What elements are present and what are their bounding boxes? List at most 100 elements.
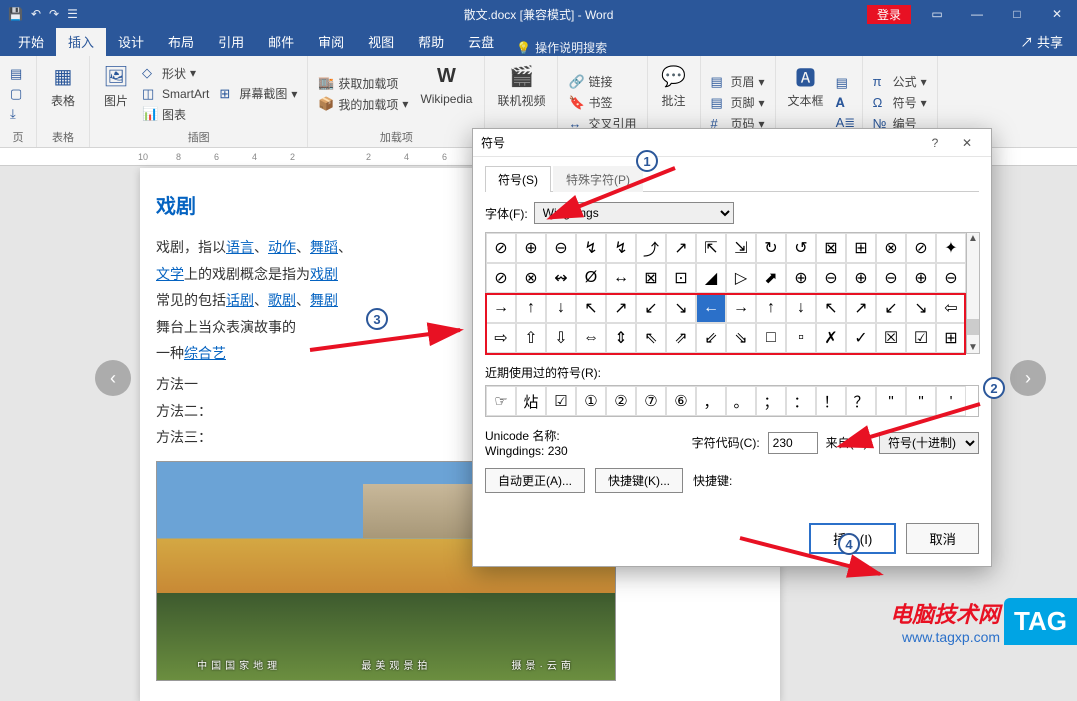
- wordart-icon[interactable]: 𝐀: [834, 94, 854, 112]
- symbol-cell[interactable]: ⊕: [846, 263, 876, 293]
- recent-symbol-cell[interactable]: ⑥: [666, 386, 696, 416]
- symbol-cell[interactable]: ↖: [576, 293, 606, 323]
- symbol-cell[interactable]: ⊘: [486, 263, 516, 293]
- tab-help[interactable]: 帮助: [406, 27, 456, 56]
- symbol-cell[interactable]: ⇖: [636, 323, 666, 353]
- tab-view[interactable]: 视图: [356, 27, 406, 56]
- symbol-cell[interactable]: ↙: [876, 293, 906, 323]
- symbol-cell[interactable]: □: [756, 323, 786, 353]
- table-button[interactable]: ▦ 表格: [45, 60, 81, 127]
- symbol-cell[interactable]: →: [486, 293, 516, 323]
- recent-symbol-cell[interactable]: ；: [756, 386, 786, 416]
- symbol-cell[interactable]: ⊖: [876, 263, 906, 293]
- tab-design[interactable]: 设计: [106, 27, 156, 56]
- symbol-cell[interactable]: ▫: [786, 323, 816, 353]
- redo-icon[interactable]: ↷: [49, 7, 59, 21]
- recent-symbol-cell[interactable]: ②: [606, 386, 636, 416]
- symbol-button[interactable]: Ω符号 ▾: [871, 93, 929, 112]
- symbol-cell[interactable]: ⇔: [576, 323, 606, 353]
- wikipedia-button[interactable]: W Wikipedia: [416, 60, 476, 127]
- symbol-cell[interactable]: ⇧: [516, 323, 546, 353]
- symbol-cell[interactable]: ↗: [666, 233, 696, 263]
- tab-mailings[interactable]: 邮件: [256, 27, 306, 56]
- symbol-cell[interactable]: ⊖: [546, 233, 576, 263]
- recent-symbol-cell[interactable]: 炶: [516, 386, 546, 416]
- symbol-cell[interactable]: ✦: [936, 233, 966, 263]
- pictures-button[interactable]: 🖼 图片: [98, 60, 134, 127]
- symbol-cell[interactable]: ↖: [816, 293, 846, 323]
- symbol-cell[interactable]: ⊕: [906, 263, 936, 293]
- recent-symbol-cell[interactable]: ☞: [486, 386, 516, 416]
- symbol-cell[interactable]: ⊞: [936, 323, 966, 353]
- symbol-cell[interactable]: ✓: [846, 323, 876, 353]
- dialog-close-icon[interactable]: ✕: [951, 136, 983, 150]
- symbol-cell[interactable]: ⊡: [666, 263, 696, 293]
- symbol-cell[interactable]: ☑: [906, 323, 936, 353]
- blank-page-button[interactable]: ▢: [8, 85, 28, 103]
- symbol-cell[interactable]: ←: [696, 293, 726, 323]
- autocorrect-button[interactable]: 自动更正(A)...: [485, 468, 585, 493]
- tab-insert[interactable]: 插入: [56, 27, 106, 56]
- symbol-cell[interactable]: ⬈: [756, 263, 786, 293]
- symbol-cell[interactable]: ↘: [906, 293, 936, 323]
- recent-symbol-cell[interactable]: ：: [786, 386, 816, 416]
- next-image-icon[interactable]: ›: [1010, 360, 1046, 396]
- symbol-cell[interactable]: ⤴: [636, 233, 666, 263]
- symbol-cell[interactable]: ⇗: [666, 323, 696, 353]
- recent-symbol-cell[interactable]: ①: [576, 386, 606, 416]
- undo-icon[interactable]: ↶: [31, 7, 41, 21]
- symbol-cell[interactable]: ☒: [876, 323, 906, 353]
- tab-layout[interactable]: 布局: [156, 27, 206, 56]
- symbol-cell[interactable]: →: [726, 293, 756, 323]
- cancel-button[interactable]: 取消: [906, 523, 979, 554]
- touch-mode-icon[interactable]: ☰: [67, 7, 78, 21]
- tab-review[interactable]: 审阅: [306, 27, 356, 56]
- symbol-cell[interactable]: ⊕: [786, 263, 816, 293]
- get-addins-button[interactable]: 🏬获取加载项: [316, 74, 410, 93]
- smartart-button[interactable]: ◫SmartArt: [140, 85, 211, 103]
- help-icon[interactable]: ?: [919, 136, 951, 150]
- recent-symbol-cell[interactable]: 。: [726, 386, 756, 416]
- char-code-input[interactable]: [768, 432, 818, 454]
- symbol-cell[interactable]: Ø: [576, 263, 606, 293]
- symbol-cell[interactable]: ⊖: [936, 263, 966, 293]
- footer-button[interactable]: ▤页脚 ▾: [709, 93, 767, 112]
- symbol-cell[interactable]: ⇩: [546, 323, 576, 353]
- symbol-cell[interactable]: ⊖: [816, 263, 846, 293]
- maximize-icon[interactable]: □: [997, 7, 1037, 21]
- minimize-icon[interactable]: —: [957, 7, 997, 21]
- symbol-cell[interactable]: ↑: [516, 293, 546, 323]
- prev-image-icon[interactable]: ‹: [95, 360, 131, 396]
- link-button[interactable]: 🔗链接: [566, 72, 638, 91]
- tab-cloud[interactable]: 云盘: [456, 27, 506, 56]
- page-break-button[interactable]: ⤓: [8, 105, 28, 123]
- symbol-cell[interactable]: ⊘: [906, 233, 936, 263]
- symbol-cell[interactable]: ⊠: [636, 263, 666, 293]
- quickparts-icon[interactable]: ▤: [834, 74, 854, 92]
- symbol-cell[interactable]: ⇲: [726, 233, 756, 263]
- bookmark-button[interactable]: 🔖书签: [566, 93, 638, 112]
- symbol-cell[interactable]: ↑: [756, 293, 786, 323]
- symbol-cell[interactable]: ▷: [726, 263, 756, 293]
- symbol-cell[interactable]: ⇨: [486, 323, 516, 353]
- symbol-cell[interactable]: ⇦: [936, 293, 966, 323]
- symbol-cell[interactable]: ⊗: [516, 263, 546, 293]
- symbol-cell[interactable]: ⊞: [846, 233, 876, 263]
- login-button[interactable]: 登录: [867, 5, 911, 24]
- symbol-cell[interactable]: ⇱: [696, 233, 726, 263]
- recent-symbol-cell[interactable]: ☑: [546, 386, 576, 416]
- cover-page-button[interactable]: ▤: [8, 65, 28, 83]
- tell-me-search[interactable]: 💡 操作说明搜索: [516, 39, 607, 56]
- chart-button[interactable]: 📊图表: [140, 105, 211, 124]
- ribbon-options-icon[interactable]: ▭: [917, 7, 957, 21]
- screenshot-button[interactable]: ⊞屏幕截图 ▾: [217, 84, 299, 103]
- symbol-cell[interactable]: ↺: [786, 233, 816, 263]
- symbol-cell[interactable]: ↔: [606, 263, 636, 293]
- tab-references[interactable]: 引用: [206, 27, 256, 56]
- symbol-cell[interactable]: ↓: [546, 293, 576, 323]
- share-button[interactable]: ↗ 共享: [1006, 27, 1077, 56]
- symbol-cell[interactable]: ↗: [606, 293, 636, 323]
- symbol-cell[interactable]: ◢: [696, 263, 726, 293]
- save-icon[interactable]: 💾: [8, 7, 23, 21]
- symbol-cell[interactable]: ⊕: [516, 233, 546, 263]
